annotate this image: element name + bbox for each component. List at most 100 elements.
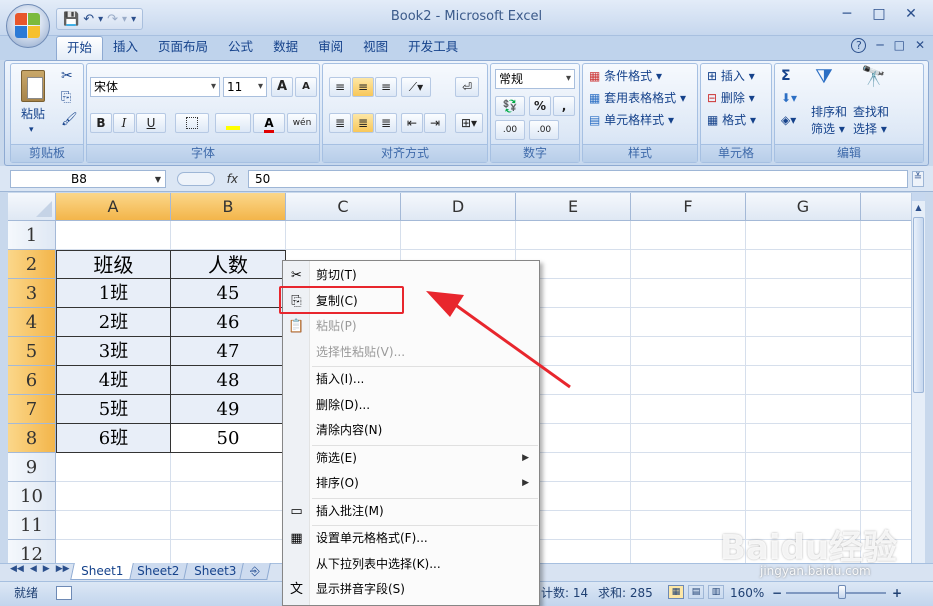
grid-cell[interactable] — [56, 221, 171, 250]
grid-cell[interactable] — [56, 482, 171, 511]
grid-cell[interactable] — [861, 279, 911, 308]
grid-cell[interactable] — [861, 337, 911, 366]
select-all-corner[interactable] — [8, 193, 56, 221]
column-header-c[interactable]: C — [286, 193, 401, 221]
format-as-table-button[interactable]: ▦ 套用表格格式 ▾ — [589, 88, 686, 108]
align-center-icon[interactable]: ≣ — [352, 113, 374, 133]
tab-formulas[interactable]: 公式 — [218, 36, 263, 60]
grid-cell[interactable] — [516, 221, 631, 250]
table-cell[interactable]: 45 — [171, 279, 286, 308]
workbook-restore-button[interactable]: □ — [894, 38, 905, 53]
menu-item[interactable]: 从下拉列表中选择(K)... — [283, 552, 539, 576]
scroll-thumb[interactable] — [913, 217, 924, 393]
accounting-format-icon[interactable]: 💱 — [495, 96, 525, 116]
paste-dropdown-icon[interactable]: ▾ — [29, 120, 34, 140]
find-select-icon[interactable]: 🔭 — [861, 66, 886, 86]
row-header[interactable]: 5 — [8, 337, 56, 366]
redo-icon[interactable]: ↷ — [107, 12, 118, 27]
column-header-a[interactable]: A — [56, 193, 171, 221]
grid-cell[interactable] — [861, 308, 911, 337]
column-header-e[interactable]: E — [516, 193, 631, 221]
font-color-button[interactable]: A — [253, 113, 285, 133]
align-right-icon[interactable]: ≣ — [375, 113, 397, 133]
insert-cells-button[interactable]: ⊞ 插入 ▾ — [707, 66, 755, 86]
wrap-text-icon[interactable]: ⏎ — [455, 77, 479, 97]
find-select-label2[interactable]: 选择 ▾ — [853, 119, 887, 139]
table-header-cell[interactable]: 班级 — [56, 250, 171, 279]
cut-icon[interactable]: ✂ — [61, 66, 73, 86]
grid-cell[interactable] — [286, 221, 401, 250]
redo-dropdown-icon[interactable]: ▾ — [122, 14, 127, 25]
grid-cell[interactable] — [861, 395, 911, 424]
vertical-scrollbar[interactable]: ▲ — [911, 193, 925, 563]
undo-icon[interactable]: ↶ — [83, 12, 94, 27]
formula-bar-handle[interactable] — [176, 172, 215, 186]
grid-cell[interactable] — [746, 366, 861, 395]
sheet-tab-sheet1[interactable]: Sheet1 — [70, 563, 135, 580]
menu-item[interactable]: 文显示拼音字段(S) — [283, 577, 539, 601]
grid-cell[interactable] — [746, 221, 861, 250]
row-header[interactable]: 1 — [8, 221, 56, 250]
borders-button[interactable] — [175, 113, 209, 133]
tab-page-layout[interactable]: 页面布局 — [148, 36, 218, 60]
menu-item[interactable]: 清除内容(N) — [283, 418, 539, 442]
grid-cell[interactable] — [631, 221, 746, 250]
grid-cell[interactable] — [746, 279, 861, 308]
grid-cell[interactable] — [746, 424, 861, 453]
table-header-cell[interactable]: 人数 — [171, 250, 286, 279]
normal-view-icon[interactable]: ▦ — [668, 585, 684, 599]
table-cell[interactable]: 4班 — [56, 366, 171, 395]
fill-icon[interactable]: ⬇▾ — [781, 88, 797, 108]
grid-cell[interactable] — [861, 482, 911, 511]
align-bottom-icon[interactable]: ≡ — [375, 77, 397, 97]
zoom-slider-thumb[interactable] — [838, 585, 846, 599]
cell-styles-button[interactable]: ▤ 单元格样式 ▾ — [589, 110, 674, 130]
column-header-g[interactable]: G — [746, 193, 861, 221]
grid-cell[interactable] — [171, 453, 286, 482]
format-cells-button[interactable]: ▦ 格式 ▾ — [707, 110, 756, 130]
row-header[interactable]: 12 — [8, 540, 56, 563]
column-header-h[interactable] — [861, 193, 911, 221]
tab-insert[interactable]: 插入 — [103, 36, 148, 60]
menu-item[interactable]: ▭ 插入批注(M) — [283, 499, 539, 523]
menu-item[interactable]: ▦ 设置单元格格式(F)... — [283, 526, 539, 550]
grid-cell[interactable] — [746, 482, 861, 511]
next-sheet-icon[interactable]: ▶ — [43, 564, 50, 574]
row-header[interactable]: 6 — [8, 366, 56, 395]
sort-filter-icon[interactable]: ⧩ — [815, 66, 833, 86]
insert-sheet-tab[interactable]: ⎆ — [239, 563, 271, 580]
row-header[interactable]: 7 — [8, 395, 56, 424]
macro-record-icon[interactable] — [56, 586, 72, 600]
table-cell[interactable]: 3班 — [56, 337, 171, 366]
grid-cell[interactable] — [171, 540, 286, 563]
column-header-b[interactable]: B — [171, 193, 286, 221]
insert-function-icon[interactable]: fx — [227, 172, 238, 186]
grid-cell[interactable] — [861, 424, 911, 453]
page-break-view-icon[interactable]: ▥ — [708, 585, 724, 599]
expand-formula-bar-icon[interactable]: ≚ — [912, 171, 924, 187]
grid-cell[interactable] — [631, 250, 746, 279]
number-format-select[interactable]: 常规 — [495, 69, 575, 89]
row-header[interactable]: 10 — [8, 482, 56, 511]
page-layout-view-icon[interactable]: ▤ — [688, 585, 704, 599]
increase-indent-icon[interactable]: ⇥ — [424, 113, 446, 133]
grid-cell[interactable] — [861, 221, 911, 250]
table-cell[interactable]: 47 — [171, 337, 286, 366]
table-cell[interactable]: 50 — [171, 424, 286, 453]
underline-button[interactable]: U — [136, 113, 166, 133]
grid-cell[interactable] — [746, 308, 861, 337]
sort-filter-label2[interactable]: 筛选 ▾ — [811, 119, 845, 139]
decrease-decimal-button[interactable]: .00 — [529, 120, 559, 140]
table-cell[interactable]: 1班 — [56, 279, 171, 308]
bold-button[interactable]: B — [90, 113, 112, 133]
grid-cell[interactable] — [171, 221, 286, 250]
tab-home[interactable]: 开始 — [56, 36, 104, 60]
grid-cell[interactable] — [171, 482, 286, 511]
zoom-level[interactable]: 160% — [730, 584, 764, 602]
font-name-select[interactable]: 宋体 — [90, 77, 220, 97]
grid-cell[interactable] — [56, 540, 171, 563]
menu-item[interactable]: ✂ 剪切(T) — [283, 263, 539, 287]
align-left-icon[interactable]: ≣ — [329, 113, 351, 133]
shrink-font-button[interactable]: A — [295, 77, 317, 97]
column-header-d[interactable]: D — [401, 193, 516, 221]
